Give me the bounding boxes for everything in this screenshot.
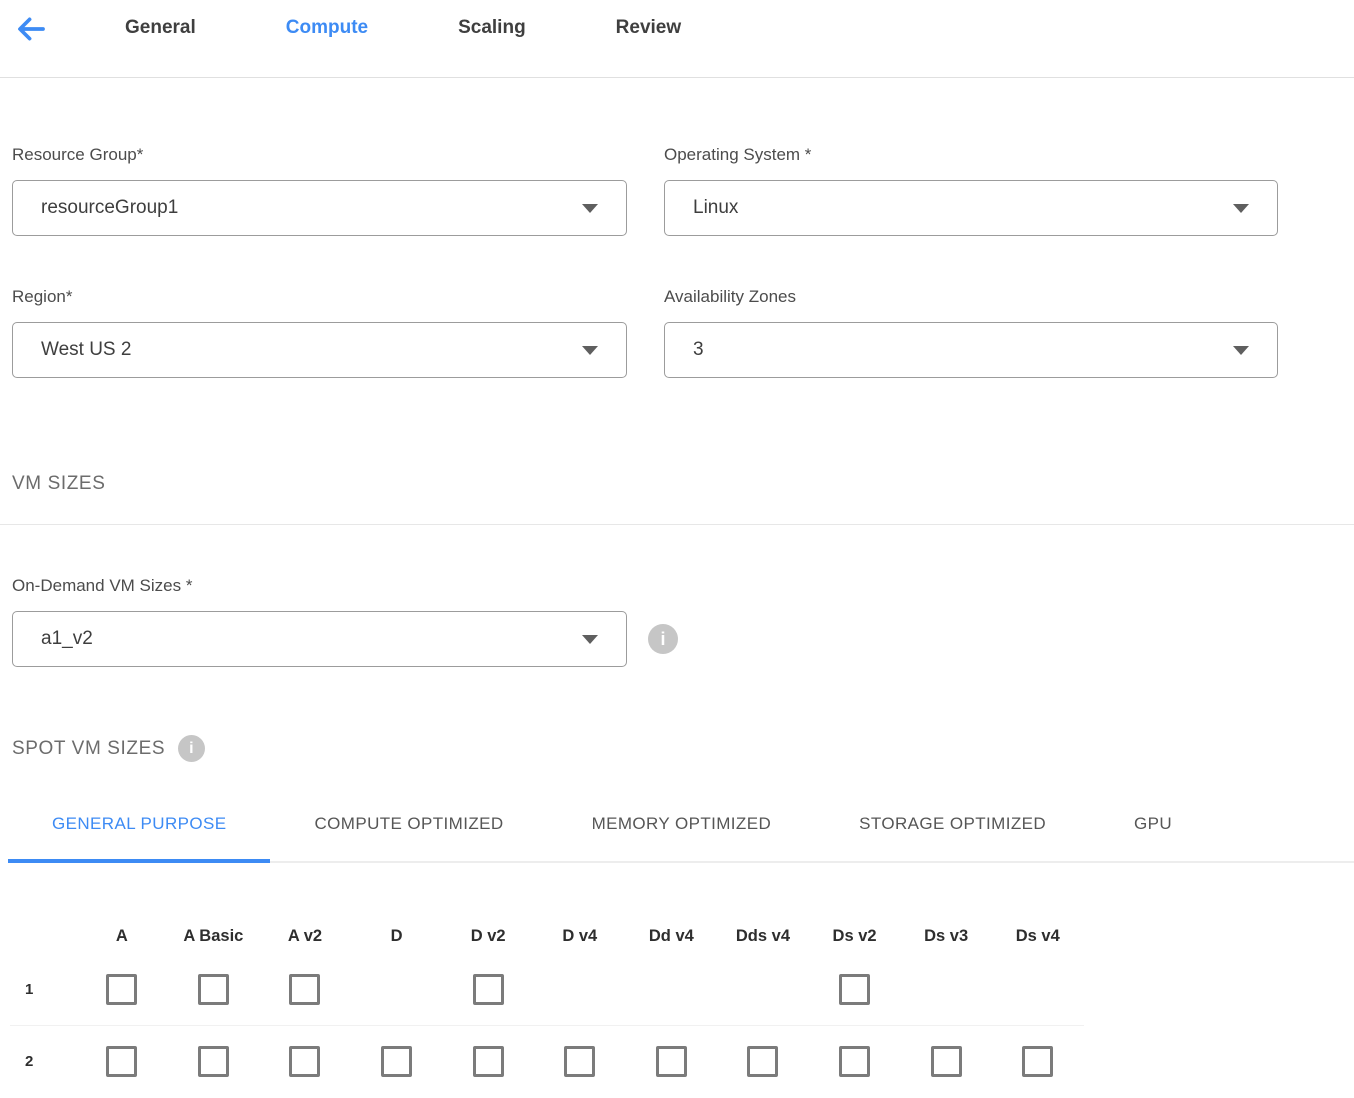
spot-tab-general-purpose[interactable]: GENERAL PURPOSE	[8, 814, 270, 863]
checkbox-row2-ds-v2[interactable]	[839, 1046, 870, 1077]
column-header-a: A	[76, 927, 168, 974]
column-header-ds-v4: Ds v4	[992, 927, 1084, 974]
column-header-ds-v2: Ds v2	[809, 927, 901, 974]
section-divider	[0, 524, 1354, 525]
checkbox-row1-a-v2[interactable]	[289, 974, 320, 1005]
caret-down-icon	[582, 346, 598, 355]
tab-review[interactable]: Review	[616, 12, 681, 44]
on-demand-vm-sizes-label: On-Demand VM Sizes *	[12, 577, 1354, 595]
column-header-d-v4: D v4	[534, 927, 626, 974]
table-row-divider	[10, 1025, 1084, 1026]
availability-zones-value: 3	[693, 339, 704, 361]
arrow-left-icon	[14, 12, 48, 46]
operating-system-select[interactable]: Linux	[664, 180, 1278, 236]
on-demand-vm-sizes-select[interactable]: a1_v2	[12, 611, 627, 667]
region-value: West US 2	[41, 339, 131, 361]
operating-system-label: Operating System *	[664, 146, 1278, 164]
column-header-d-v2: D v2	[442, 927, 534, 974]
vm-sizes-heading: VM SIZES	[0, 474, 1354, 494]
column-header-a-basic: A Basic	[168, 927, 260, 974]
spot-tab-storage-optimized[interactable]: STORAGE OPTIMIZED	[815, 814, 1090, 863]
resource-group-field: Resource Group* resourceGroup1	[12, 146, 627, 236]
checkbox-row1-ds-v2[interactable]	[839, 974, 870, 1005]
operating-system-value: Linux	[693, 197, 738, 219]
availability-zones-select[interactable]: 3	[664, 322, 1278, 378]
tab-scaling[interactable]: Scaling	[458, 12, 526, 44]
region-label: Region*	[12, 288, 627, 306]
availability-zones-label: Availability Zones	[664, 288, 1278, 306]
checkbox-row1-d-v2[interactable]	[473, 974, 504, 1005]
spot-tab-gpu[interactable]: GPU	[1090, 814, 1216, 863]
table-corner	[10, 937, 76, 965]
checkbox-row2-d-v2[interactable]	[473, 1046, 504, 1077]
spot-info-icon[interactable]: i	[178, 735, 205, 762]
spot-tab-memory-optimized[interactable]: MEMORY OPTIMIZED	[548, 814, 816, 863]
caret-down-icon	[582, 204, 598, 213]
column-header-ds-v3: Ds v3	[900, 927, 992, 974]
wizard-header: General Compute Scaling Review	[0, 0, 1354, 78]
caret-down-icon	[582, 635, 598, 644]
resource-group-select[interactable]: resourceGroup1	[12, 180, 627, 236]
column-header-dd-v4: Dd v4	[626, 927, 718, 974]
on-demand-block: On-Demand VM Sizes * a1_v2 i	[0, 577, 1354, 667]
checkbox-row2-a[interactable]	[106, 1046, 137, 1077]
checkbox-row2-d[interactable]	[381, 1046, 412, 1077]
caret-down-icon	[1233, 204, 1249, 213]
wizard-tabs: General Compute Scaling Review	[125, 12, 681, 44]
row-label: 2	[10, 1053, 76, 1070]
spot-vm-sizes-heading-text: SPOT VM SIZES	[12, 739, 165, 759]
region-select[interactable]: West US 2	[12, 322, 627, 378]
on-demand-vm-sizes-value: a1_v2	[41, 628, 93, 650]
checkbox-row1-a-basic[interactable]	[198, 974, 229, 1005]
compute-form: Resource Group* resourceGroup1 Operating…	[0, 146, 1354, 378]
spot-tab-compute-optimized[interactable]: COMPUTE OPTIMIZED	[270, 814, 547, 863]
resource-group-value: resourceGroup1	[41, 197, 178, 219]
spot-category-tabs: GENERAL PURPOSE COMPUTE OPTIMIZED MEMORY…	[8, 814, 1354, 863]
operating-system-field: Operating System * Linux	[664, 146, 1278, 236]
column-header-dds-v4: Dds v4	[717, 927, 809, 974]
resource-group-label: Resource Group*	[12, 146, 627, 164]
checkbox-row2-a-v2[interactable]	[289, 1046, 320, 1077]
row-label: 1	[10, 981, 76, 998]
spot-vm-sizes-heading: SPOT VM SIZES i	[0, 735, 1354, 762]
checkbox-row1-a[interactable]	[106, 974, 137, 1005]
checkbox-row2-dd-v4[interactable]	[656, 1046, 687, 1077]
column-header-d: D	[351, 927, 443, 974]
tab-general[interactable]: General	[125, 12, 196, 44]
checkbox-row2-d-v4[interactable]	[564, 1046, 595, 1077]
vm-size-table: A A Basic A v2 D D v2 D v4 Dd v4 Dds v4 …	[10, 927, 1354, 1077]
column-header-a-v2: A v2	[259, 927, 351, 974]
tab-compute[interactable]: Compute	[286, 12, 368, 44]
back-button[interactable]	[14, 12, 48, 46]
availability-zones-field: Availability Zones 3	[664, 288, 1278, 378]
checkbox-row2-ds-v3[interactable]	[931, 1046, 962, 1077]
caret-down-icon	[1233, 346, 1249, 355]
checkbox-row2-dds-v4[interactable]	[747, 1046, 778, 1077]
checkbox-row2-a-basic[interactable]	[198, 1046, 229, 1077]
region-field: Region* West US 2	[12, 288, 627, 378]
checkbox-row2-ds-v4[interactable]	[1022, 1046, 1053, 1077]
on-demand-info-icon[interactable]: i	[648, 624, 678, 654]
